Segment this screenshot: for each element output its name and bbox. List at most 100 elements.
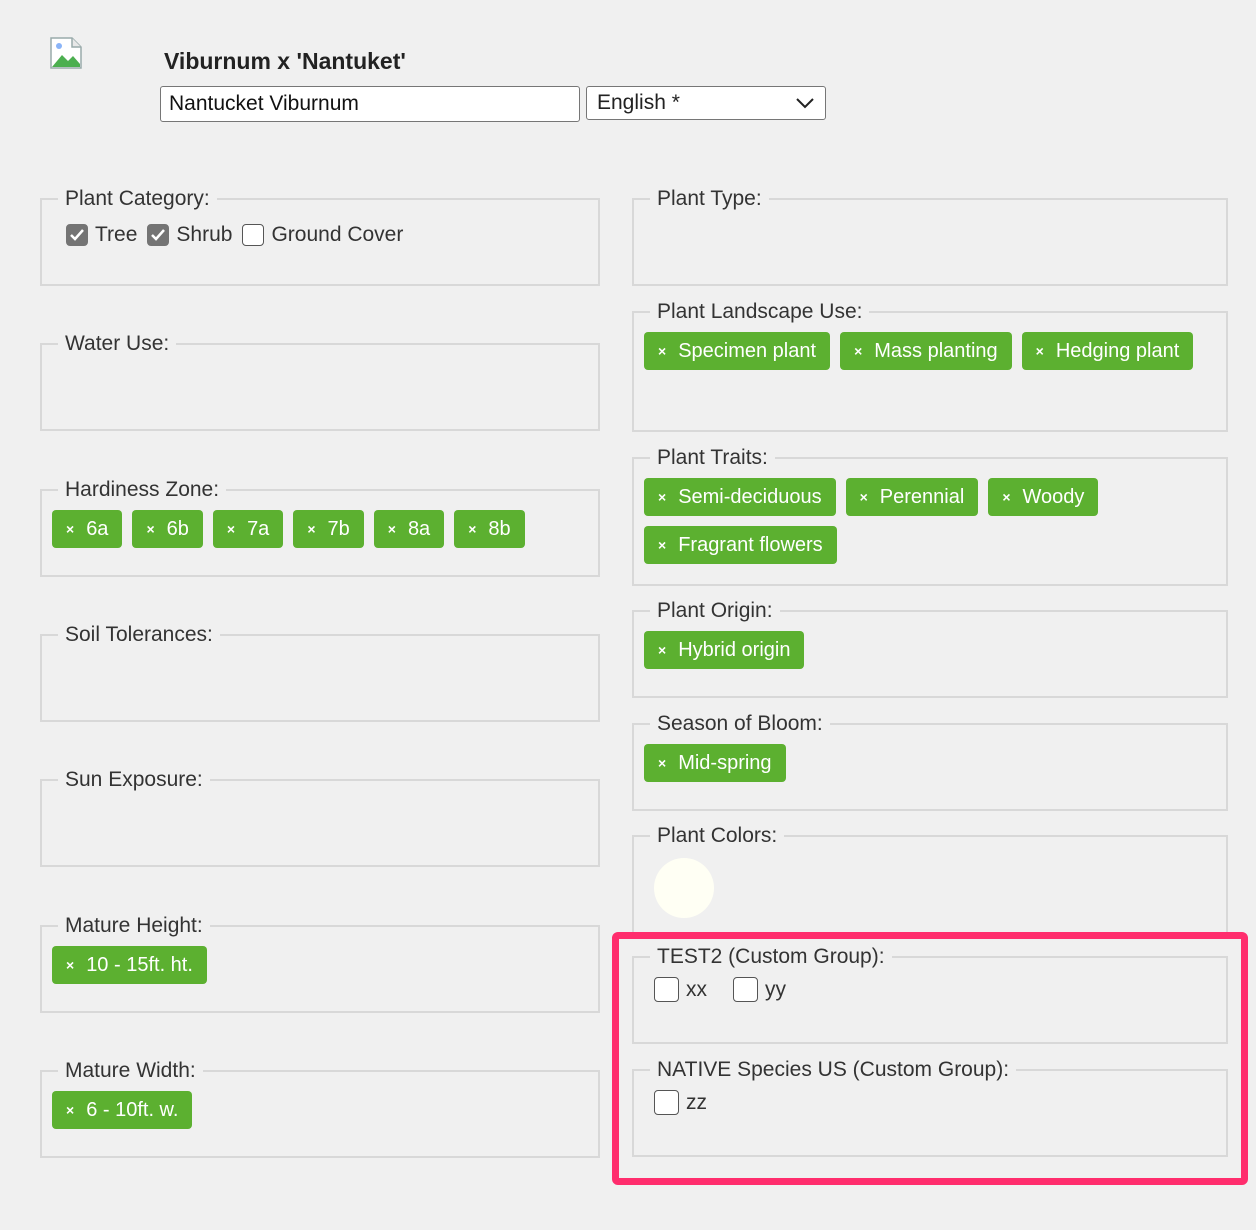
tag-label: 7a bbox=[247, 517, 270, 540]
category-option-ground-cover[interactable]: Ground Cover bbox=[242, 223, 403, 247]
chevron-down-icon bbox=[796, 98, 814, 109]
category-option-tree[interactable]: Tree bbox=[66, 223, 137, 247]
language-select[interactable]: English * bbox=[586, 86, 826, 120]
tag-8b: × 8b bbox=[454, 510, 525, 548]
custom-option-label: zz bbox=[686, 1090, 707, 1114]
tag-label: Perennial bbox=[879, 485, 965, 508]
tag-6a: × 6a bbox=[52, 510, 123, 548]
sun-exposure-group: Sun Exposure: bbox=[40, 768, 600, 867]
tag-semi-deciduous: × Semi-deciduous bbox=[644, 478, 836, 516]
tag-perennial: × Perennial bbox=[845, 478, 979, 516]
plant-category-legend: Plant Category: bbox=[65, 187, 210, 210]
remove-tag-icon[interactable]: × bbox=[66, 521, 74, 537]
tag-label: 6 - 10ft. w. bbox=[86, 1098, 179, 1121]
tag-label: Fragrant flowers bbox=[678, 533, 823, 556]
remove-tag-icon[interactable]: × bbox=[854, 343, 862, 359]
checkbox-checked-icon[interactable] bbox=[66, 224, 88, 246]
tag-8a: × 8a bbox=[373, 510, 445, 548]
plant-traits-legend: Plant Traits: bbox=[657, 446, 768, 469]
tag-fragrant-flowers: × Fragrant flowers bbox=[644, 526, 837, 564]
checkbox-checked-icon[interactable] bbox=[147, 224, 170, 246]
mature-width-legend: Mature Width: bbox=[65, 1059, 196, 1082]
tag-label: Specimen plant bbox=[678, 339, 817, 362]
category-option-label: Tree bbox=[95, 223, 138, 246]
remove-tag-icon[interactable]: × bbox=[860, 489, 868, 505]
checkbox-empty-icon[interactable] bbox=[733, 977, 758, 1002]
remove-tag-icon[interactable]: × bbox=[227, 521, 235, 537]
tag-label: 10 - 15ft. ht. bbox=[86, 953, 193, 976]
plant-origin-group: Plant Origin: × Hybrid origin bbox=[632, 599, 1228, 698]
custom-option-xx[interactable]: xx bbox=[654, 977, 707, 1002]
hardiness-zone-legend: Hardiness Zone: bbox=[65, 478, 220, 501]
category-option-label: Shrub bbox=[176, 223, 233, 246]
test2-custom-group: TEST2 (Custom Group): xx yy bbox=[632, 945, 1228, 1044]
tag-woody: × Woody bbox=[988, 478, 1099, 516]
mature-height-legend: Mature Height: bbox=[65, 914, 203, 937]
tag-hybrid-origin: × Hybrid origin bbox=[644, 631, 805, 669]
tag-label: 6b bbox=[166, 517, 189, 540]
tag-specimen-plant: × Specimen plant bbox=[644, 332, 831, 370]
plant-colors-group: Plant Colors: bbox=[632, 824, 1228, 938]
plant-colors-legend: Plant Colors: bbox=[657, 824, 778, 847]
plant-type-legend: Plant Type: bbox=[657, 187, 762, 210]
sun-exposure-legend: Sun Exposure: bbox=[65, 768, 203, 791]
native-species-custom-group: NATIVE Species US (Custom Group): zz bbox=[632, 1058, 1228, 1157]
tag-7a: × 7a bbox=[212, 510, 284, 548]
custom-option-label: xx bbox=[686, 977, 707, 1001]
remove-tag-icon[interactable]: × bbox=[658, 537, 666, 553]
tag-label: 6a bbox=[86, 517, 109, 540]
remove-tag-icon[interactable]: × bbox=[307, 521, 315, 537]
category-option-label: Ground Cover bbox=[271, 223, 404, 246]
soil-tolerances-group: Soil Tolerances: bbox=[40, 623, 600, 722]
season-of-bloom-group: Season of Bloom: × Mid-spring bbox=[632, 712, 1228, 811]
remove-tag-icon[interactable]: × bbox=[66, 1102, 74, 1118]
remove-tag-icon[interactable]: × bbox=[146, 521, 154, 537]
plant-landscape-use-group: Plant Landscape Use: × Specimen plant × Ma… bbox=[632, 300, 1228, 432]
water-use-legend: Water Use: bbox=[65, 332, 170, 355]
tag-label: 7b bbox=[327, 517, 350, 540]
tag-hedging-plant: × Hedging plant bbox=[1021, 332, 1194, 370]
remove-tag-icon[interactable]: × bbox=[468, 521, 476, 537]
soil-tolerances-legend: Soil Tolerances: bbox=[65, 623, 213, 646]
tag-height: × 10 - 15ft. ht. bbox=[52, 946, 207, 984]
plant-type-group: Plant Type: bbox=[632, 187, 1228, 286]
tag-label: Hybrid origin bbox=[678, 638, 791, 661]
tag-7b: × 7b bbox=[293, 510, 364, 548]
category-option-shrub[interactable]: Shrub bbox=[147, 223, 232, 247]
remove-tag-icon[interactable]: × bbox=[66, 957, 74, 973]
remove-tag-icon[interactable]: × bbox=[388, 521, 396, 537]
plant-category-group: Plant Category: Tree Shrub Ground Cover bbox=[40, 187, 600, 286]
tag-6b: × 6b bbox=[132, 510, 203, 548]
tag-width: × 6 - 10ft. w. bbox=[52, 1091, 193, 1129]
custom-option-zz[interactable]: zz bbox=[654, 1090, 707, 1115]
common-name-input[interactable] bbox=[160, 86, 580, 122]
test2-custom-group-legend: TEST2 (Custom Group): bbox=[657, 945, 885, 968]
plant-traits-group: Plant Traits: × Semi-deciduous × Perennial… bbox=[632, 446, 1228, 586]
remove-tag-icon[interactable]: × bbox=[658, 343, 666, 359]
remove-tag-icon[interactable]: × bbox=[658, 489, 666, 505]
tag-label: Mid-spring bbox=[678, 751, 772, 774]
custom-option-label: yy bbox=[765, 977, 786, 1001]
checkbox-empty-icon[interactable] bbox=[654, 1090, 679, 1115]
mature-height-group: Mature Height: × 10 - 15ft. ht. bbox=[40, 914, 600, 1013]
native-species-custom-group-legend: NATIVE Species US (Custom Group): bbox=[657, 1058, 1010, 1081]
remove-tag-icon[interactable]: × bbox=[1036, 343, 1044, 359]
tag-mid-spring: × Mid-spring bbox=[644, 744, 786, 782]
color-swatch[interactable] bbox=[654, 858, 714, 918]
plant-landscape-use-legend: Plant Landscape Use: bbox=[657, 300, 863, 323]
custom-option-yy[interactable]: yy bbox=[733, 977, 786, 1002]
tag-label: 8a bbox=[407, 517, 431, 540]
water-use-group: Water Use: bbox=[40, 332, 600, 431]
tag-label: Semi-deciduous bbox=[678, 485, 822, 508]
remove-tag-icon[interactable]: × bbox=[658, 755, 666, 771]
tag-label: Hedging plant bbox=[1055, 339, 1180, 362]
remove-tag-icon[interactable]: × bbox=[1002, 489, 1010, 505]
tag-label: 8b bbox=[488, 517, 511, 540]
checkbox-empty-icon[interactable] bbox=[242, 224, 265, 246]
tag-mass-planting: × Mass planting bbox=[840, 332, 1012, 370]
checkbox-empty-icon[interactable] bbox=[654, 977, 679, 1002]
remove-tag-icon[interactable]: × bbox=[658, 642, 666, 658]
season-of-bloom-legend: Season of Bloom: bbox=[657, 712, 823, 735]
broken-image-icon bbox=[50, 37, 82, 69]
tag-label: Woody bbox=[1022, 485, 1085, 508]
